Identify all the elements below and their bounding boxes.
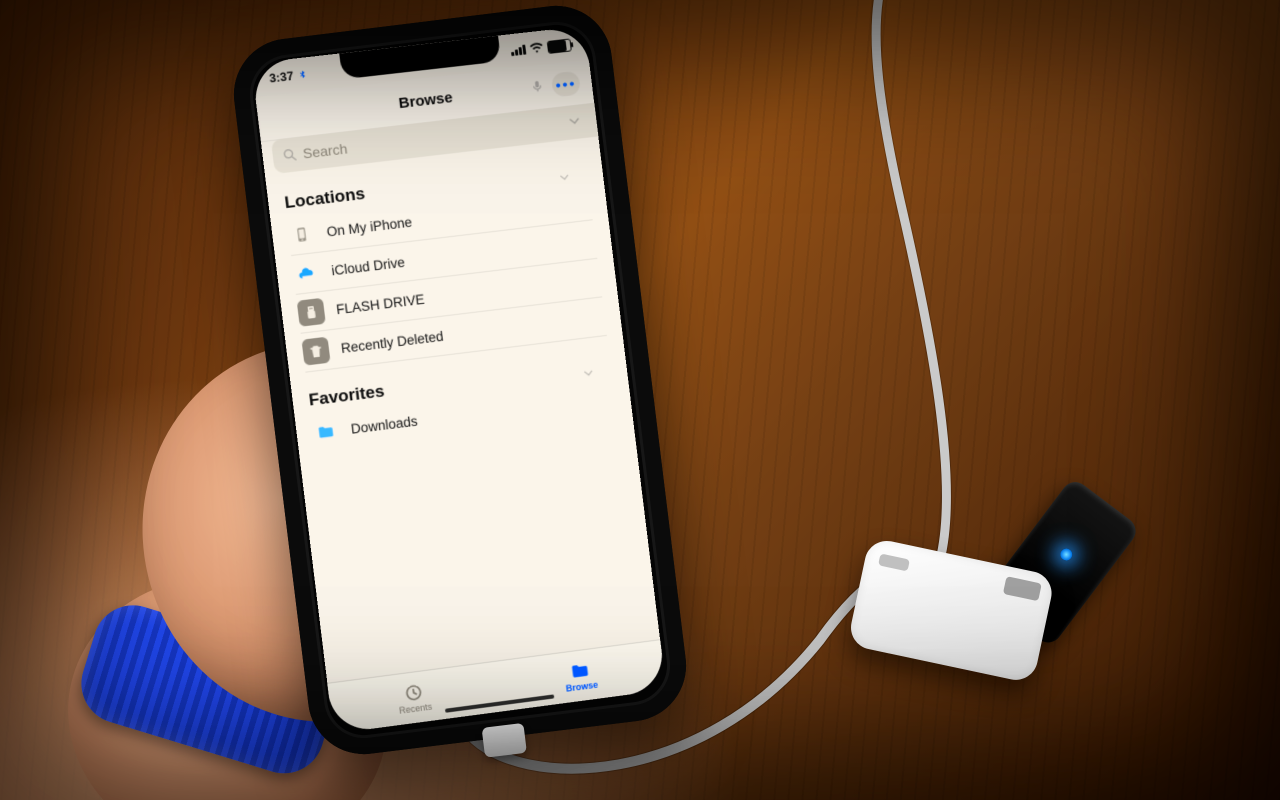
- chevron-down-icon[interactable]: [566, 112, 584, 130]
- more-button[interactable]: •••: [551, 71, 581, 98]
- location-label: iCloud Drive: [331, 254, 406, 278]
- tab-label: Recents: [399, 701, 433, 715]
- wifi-icon: [529, 41, 544, 56]
- nav-title: Browse: [398, 89, 454, 112]
- bluetooth-icon: [297, 67, 309, 82]
- photo-scene: 3:37 Browse •••: [0, 0, 1280, 800]
- clock-icon: [402, 681, 424, 704]
- folder-icon: [311, 417, 340, 446]
- folder-icon: [569, 659, 591, 681]
- battery-icon: [547, 38, 572, 54]
- favorite-label: Downloads: [350, 413, 418, 436]
- cloud-icon: [292, 259, 321, 288]
- search-icon: [281, 146, 299, 164]
- usb-adapter: [847, 498, 1103, 693]
- chevron-down-icon[interactable]: [557, 170, 572, 185]
- usb-drive-icon: [297, 298, 326, 327]
- trash-icon: [301, 337, 330, 366]
- location-label: Recently Deleted: [340, 328, 444, 355]
- location-label: FLASH DRIVE: [335, 291, 425, 317]
- lightning-connector: [482, 723, 527, 758]
- ellipsis-icon: •••: [555, 76, 577, 92]
- dictation-icon[interactable]: [530, 79, 546, 94]
- chevron-down-icon[interactable]: [581, 365, 596, 381]
- location-label: On My iPhone: [326, 214, 413, 239]
- status-time: 3:37: [269, 69, 295, 86]
- browse-content: Locations On My iPhone iCloud Drive: [266, 144, 660, 684]
- cell-signal-icon: [510, 45, 526, 57]
- iphone-icon: [287, 220, 316, 249]
- tab-label: Browse: [565, 679, 598, 693]
